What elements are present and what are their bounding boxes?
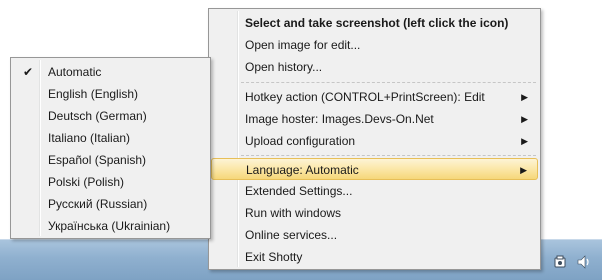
menu-separator <box>241 155 536 156</box>
menu-item-label: Open history... <box>245 60 323 74</box>
submenu-arrow-icon: ▶ <box>520 165 527 175</box>
menu-item-online-services[interactable]: Online services... <box>211 224 538 246</box>
language-item-italian[interactable]: Italiano (Italian) <box>13 127 208 149</box>
language-item-label: English (English) <box>48 87 139 101</box>
volume-icon[interactable] <box>576 254 592 270</box>
shotty-tray-icon[interactable] <box>552 254 568 270</box>
menu-item-label: Run with windows <box>245 206 342 220</box>
menu-item-exit-shotty[interactable]: Exit Shotty <box>211 246 538 268</box>
menu-item-label: Language: Automatic <box>246 163 359 177</box>
language-item-german[interactable]: Deutsch (German) <box>13 105 208 127</box>
menu-item-label: Open image for edit... <box>245 38 361 52</box>
language-item-label: Русский (Russian) <box>48 197 148 211</box>
menu-item-language[interactable]: Language: Automatic ▶ <box>211 158 538 180</box>
menu-item-image-hoster[interactable]: Image hoster: Images.Devs-On.Net ▶ <box>211 108 538 130</box>
language-item-label: Automatic <box>48 65 102 79</box>
menu-item-select-screenshot[interactable]: Select and take screenshot (left click t… <box>211 12 538 34</box>
shotty-context-menu: Select and take screenshot (left click t… <box>208 8 541 270</box>
language-submenu: ✔ Automatic English (English) Deutsch (G… <box>10 57 211 239</box>
menu-item-open-history[interactable]: Open history... <box>211 56 538 78</box>
menu-separator <box>241 82 536 83</box>
menu-item-label: Online services... <box>245 228 338 242</box>
submenu-arrow-icon: ▶ <box>521 136 528 146</box>
menu-item-run-with-windows[interactable]: Run with windows <box>211 202 538 224</box>
language-item-spanish[interactable]: Español (Spanish) <box>13 149 208 171</box>
checkmark-icon: ✔ <box>22 65 34 79</box>
language-item-label: Українська (Ukrainian) <box>48 219 171 233</box>
language-item-label: Deutsch (German) <box>48 109 147 123</box>
language-item-label: Polski (Polish) <box>48 175 125 189</box>
menu-item-label: Hotkey action (CONTROL+PrintScreen): Edi… <box>245 90 485 104</box>
language-item-label: Español (Spanish) <box>48 153 147 167</box>
menu-item-label: Exit Shotty <box>245 250 303 264</box>
submenu-arrow-icon: ▶ <box>521 92 528 102</box>
language-item-ukrainian[interactable]: Українська (Ukrainian) <box>13 215 208 237</box>
menu-item-open-image[interactable]: Open image for edit... <box>211 34 538 56</box>
menu-item-hotkey-action[interactable]: Hotkey action (CONTROL+PrintScreen): Edi… <box>211 86 538 108</box>
language-item-label: Italiano (Italian) <box>48 131 131 145</box>
menu-item-upload-configuration[interactable]: Upload configuration ▶ <box>211 130 538 152</box>
language-item-russian[interactable]: Русский (Russian) <box>13 193 208 215</box>
menu-item-label: Select and take screenshot (left click t… <box>245 16 509 30</box>
menu-item-extended-settings[interactable]: Extended Settings... <box>211 180 538 202</box>
menu-item-label: Extended Settings... <box>245 184 353 198</box>
menu-item-label: Image hoster: Images.Devs-On.Net <box>245 112 434 126</box>
submenu-arrow-icon: ▶ <box>521 114 528 124</box>
language-item-automatic[interactable]: ✔ Automatic <box>13 61 208 83</box>
menu-item-label: Upload configuration <box>245 134 356 148</box>
language-item-polish[interactable]: Polski (Polish) <box>13 171 208 193</box>
language-item-english[interactable]: English (English) <box>13 83 208 105</box>
